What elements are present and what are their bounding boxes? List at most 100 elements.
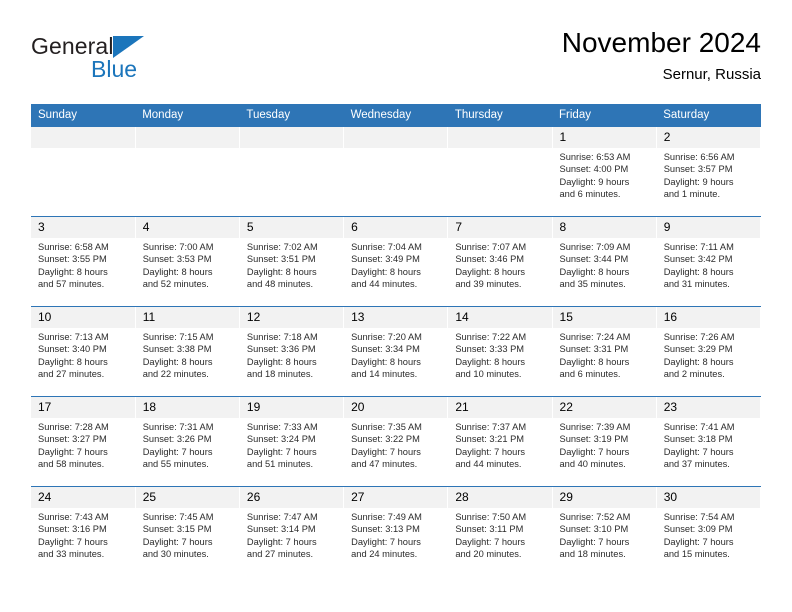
calendar-day-cell[interactable]: 9 Sunrise: 7:11 AM Sunset: 3:42 PM Daylight… — [656, 216, 762, 307]
calendar-day-cell[interactable]: 29 Sunrise: 7:52 AM Sunset: 3:10 PM Dayligh… — [552, 486, 657, 576]
day-info: Sunrise: 7:50 AM Sunset: 3:11 PM Daylight:… — [448, 508, 551, 561]
sunset-text: Sunset: 3:09 PM — [663, 524, 733, 535]
day-info: Sunrise: 7:49 AM Sunset: 3:13 PM Daylight:… — [344, 508, 447, 561]
calendar-day-cell[interactable]: 3 Sunrise: 6:58 AM Sunset: 3:55 PM Daylight… — [31, 216, 136, 307]
calendar-day-cell[interactable]: 24 Sunrise: 7:43 AM Sunset: 3:16 PM Dayligh… — [31, 486, 136, 576]
calendar-day-cell[interactable]: 22 Sunrise: 7:39 AM Sunset: 3:19 PM Dayligh… — [552, 396, 657, 487]
calendar-day-cell[interactable]: 14 Sunrise: 7:22 AM Sunset: 3:33 PM Dayligh… — [447, 306, 553, 397]
daylight-text-line2: and 40 minutes. — [559, 459, 626, 470]
day-number: 25 — [135, 487, 239, 508]
calendar-day-cell[interactable]: 16 Sunrise: 7:26 AM Sunset: 3:29 PM Dayligh… — [656, 306, 762, 397]
sunrise-text: Sunrise: 7:41 AM — [663, 422, 735, 432]
calendar-day-cell[interactable]: 25 Sunrise: 7:45 AM Sunset: 3:15 PM Dayligh… — [135, 486, 240, 576]
daylight-text-line1: Daylight: 7 hours — [246, 536, 317, 547]
daylight-text-line2: and 39 minutes. — [455, 279, 522, 290]
calendar-day-cell[interactable]: 18 Sunrise: 7:31 AM Sunset: 3:26 PM Dayligh… — [135, 396, 240, 487]
day-number: 19 — [239, 397, 344, 418]
daylight-text-line1: Daylight: 7 hours — [351, 446, 421, 457]
day-info: Sunrise: 7:52 AM Sunset: 3:10 PM Daylight:… — [553, 508, 656, 561]
daylight-text-line1: Daylight: 8 hours — [38, 356, 108, 367]
calendar-day-cell[interactable]: 13 Sunrise: 7:20 AM Sunset: 3:34 PM Dayligh… — [343, 306, 449, 397]
day-info: Sunrise: 7:26 AM Sunset: 3:29 PM Daylight:… — [657, 328, 760, 381]
day-info: Sunrise: 7:33 AM Sunset: 3:24 PM Daylight:… — [240, 418, 343, 471]
calendar-day-cell[interactable]: 19 Sunrise: 7:33 AM Sunset: 3:24 PM Dayligh… — [239, 396, 345, 487]
day-info: Sunrise: 7:39 AM Sunset: 3:19 PM Daylight:… — [553, 418, 656, 471]
calendar-header-row: Sunday Monday Tuesday Wednesday Thursday… — [31, 104, 761, 127]
calendar-day-cell[interactable]: 8 Sunrise: 7:09 AM Sunset: 3:44 PM Daylight… — [552, 216, 657, 307]
calendar-week-row: 10 Sunrise: 7:13 AM Sunset: 3:40 PM Dayligh… — [31, 306, 762, 397]
calendar-day-cell[interactable]: 6 Sunrise: 7:04 AM Sunset: 3:49 PM Daylight… — [343, 216, 449, 307]
calendar-day-cell[interactable]: 21 Sunrise: 7:37 AM Sunset: 3:21 PM Dayligh… — [447, 396, 553, 487]
day-info: Sunrise: 7:20 AM Sunset: 3:34 PM Daylight:… — [344, 328, 447, 381]
sunset-text: Sunset: 3:44 PM — [559, 254, 629, 265]
daylight-text-line2: and 20 minutes. — [455, 549, 522, 560]
sunrise-text: Sunrise: 7:07 AM — [455, 242, 527, 252]
sunrise-text: Sunrise: 7:26 AM — [663, 332, 735, 342]
daylight-text-line2: and 18 minutes. — [246, 369, 314, 380]
calendar-day-cell[interactable]: 23 Sunrise: 7:41 AM Sunset: 3:18 PM Dayligh… — [656, 396, 762, 487]
calendar-day-cell[interactable]: 20 Sunrise: 7:35 AM Sunset: 3:22 PM Dayligh… — [343, 396, 449, 487]
day-info: Sunrise: 7:47 AM Sunset: 3:14 PM Daylight:… — [240, 508, 343, 561]
calendar-day-cell[interactable]: 12 Sunrise: 7:18 AM Sunset: 3:36 PM Dayligh… — [239, 306, 345, 397]
sunrise-text: Sunrise: 7:49 AM — [351, 512, 422, 522]
day-number — [448, 127, 552, 148]
sunset-text: Sunset: 3:38 PM — [142, 344, 212, 355]
calendar-day-cell[interactable]: 26 Sunrise: 7:47 AM Sunset: 3:14 PM Dayligh… — [239, 486, 345, 576]
calendar-day-cell[interactable]: 1 Sunrise: 6:53 AM Sunset: 4:00 PM Daylight… — [552, 127, 657, 217]
calendar-day-cell[interactable]: 10 Sunrise: 7:13 AM Sunset: 3:40 PM Dayligh… — [31, 306, 136, 397]
sunset-text: Sunset: 3:15 PM — [142, 524, 212, 535]
sunset-text: Sunset: 3:13 PM — [351, 524, 420, 535]
daylight-text-line1: Daylight: 7 hours — [663, 446, 734, 457]
calendar-day-cell[interactable]: 17 Sunrise: 7:28 AM Sunset: 3:27 PM Dayligh… — [31, 396, 136, 487]
daylight-text-line1: Daylight: 7 hours — [455, 446, 526, 457]
day-number: 22 — [552, 397, 656, 418]
day-number: 30 — [656, 487, 760, 508]
daylight-text-line1: Daylight: 8 hours — [38, 266, 108, 277]
sunset-text: Sunset: 3:14 PM — [246, 524, 316, 535]
calendar-day-cell[interactable]: 27 Sunrise: 7:49 AM Sunset: 3:13 PM Dayligh… — [343, 486, 449, 576]
daylight-text-line1: Daylight: 8 hours — [351, 266, 421, 277]
sunrise-text: Sunrise: 6:58 AM — [38, 242, 109, 252]
day-number: 17 — [31, 397, 135, 418]
sunset-text: Sunset: 3:27 PM — [38, 434, 107, 445]
daylight-text-line2: and 18 minutes. — [559, 549, 626, 560]
calendar-day-cell[interactable]: 4 Sunrise: 7:00 AM Sunset: 3:53 PM Daylight… — [135, 216, 240, 307]
daylight-text-line2: and 1 minute. — [663, 189, 721, 200]
sunrise-text: Sunrise: 7:09 AM — [559, 242, 631, 252]
day-info: Sunrise: 7:09 AM Sunset: 3:44 PM Daylight:… — [553, 238, 656, 291]
calendar-day-cell[interactable]: 2 Sunrise: 6:56 AM Sunset: 3:57 PM Daylight… — [656, 127, 762, 217]
sunset-text: Sunset: 3:22 PM — [351, 434, 420, 445]
day-info: Sunrise: 7:28 AM Sunset: 3:27 PM Daylight:… — [31, 418, 135, 471]
logo[interactable]: General Blue — [31, 34, 211, 90]
sunset-text: Sunset: 3:57 PM — [663, 164, 733, 175]
calendar-day-cell[interactable]: 5 Sunrise: 7:02 AM Sunset: 3:51 PM Daylight… — [239, 216, 345, 307]
sunrise-text: Sunrise: 7:31 AM — [142, 422, 214, 432]
page-title: November 2024 — [561, 27, 761, 58]
day-number: 10 — [31, 307, 135, 328]
calendar-day-cell[interactable]: 15 Sunrise: 7:24 AM Sunset: 3:31 PM Dayligh… — [552, 306, 657, 397]
daylight-text-line1: Daylight: 8 hours — [455, 266, 526, 277]
daylight-text-line2: and 35 minutes. — [559, 279, 626, 290]
sunrise-text: Sunrise: 7:02 AM — [246, 242, 318, 252]
day-number: 16 — [656, 307, 760, 328]
calendar-body: 1 Sunrise: 6:53 AM Sunset: 4:00 PM Daylight… — [31, 127, 762, 576]
day-number — [344, 127, 448, 148]
daylight-text-line1: Daylight: 9 hours — [559, 176, 630, 187]
calendar-day-cell[interactable]: 7 Sunrise: 7:07 AM Sunset: 3:46 PM Daylight… — [447, 216, 553, 307]
daylight-text-line1: Daylight: 8 hours — [559, 356, 630, 367]
day-number: 2 — [656, 127, 760, 148]
calendar-day-cell[interactable]: 30 Sunrise: 7:54 AM Sunset: 3:09 PM Dayligh… — [656, 486, 762, 576]
daylight-text-line2: and 27 minutes. — [246, 549, 314, 560]
calendar-day-cell[interactable]: 28 Sunrise: 7:50 AM Sunset: 3:11 PM Dayligh… — [447, 486, 553, 576]
daylight-text-line2: and 31 minutes. — [663, 279, 730, 290]
sunrise-text: Sunrise: 7:22 AM — [455, 332, 527, 342]
day-number — [31, 127, 135, 148]
sunrise-text: Sunrise: 6:56 AM — [663, 152, 735, 162]
daylight-text-line1: Daylight: 8 hours — [246, 356, 317, 367]
calendar-cell-empty — [31, 127, 136, 217]
sunrise-text: Sunrise: 7:13 AM — [38, 332, 109, 342]
logo-text-general: General — [31, 33, 114, 59]
sunset-text: Sunset: 3:10 PM — [559, 524, 629, 535]
calendar-cell-empty — [135, 127, 240, 217]
calendar-day-cell[interactable]: 11 Sunrise: 7:15 AM Sunset: 3:38 PM Dayligh… — [135, 306, 240, 397]
